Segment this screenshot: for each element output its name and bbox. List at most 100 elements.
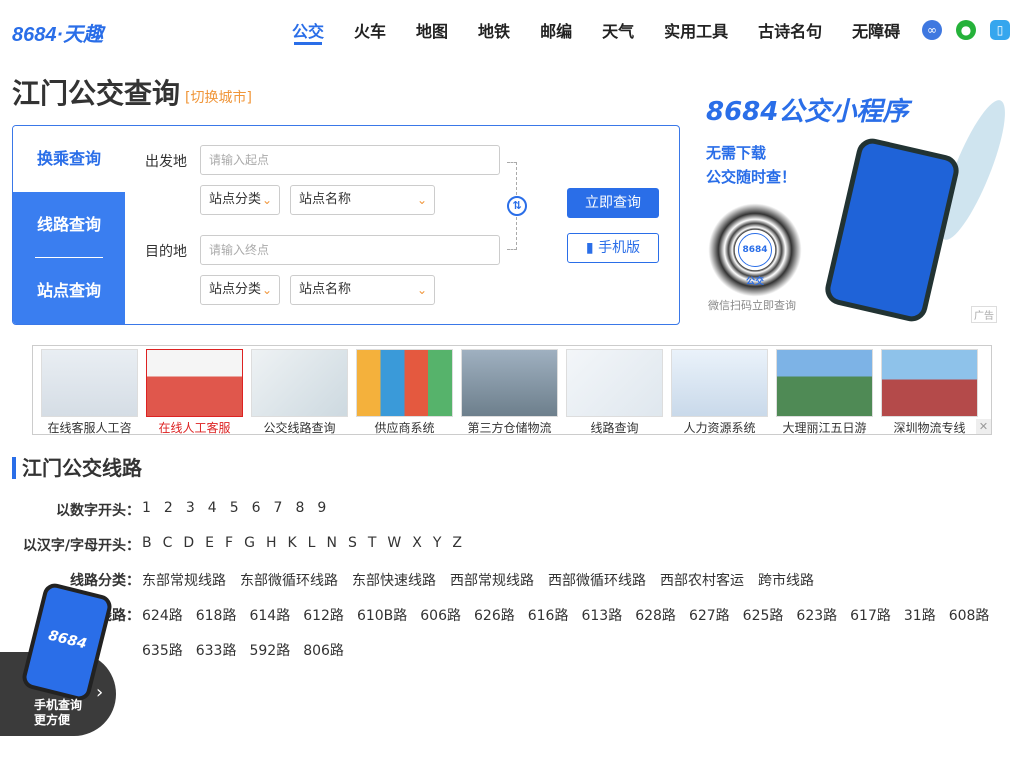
line-link[interactable]: 7	[274, 500, 283, 516]
from-category-select[interactable]: 站点分类 ⌄	[200, 185, 280, 215]
from-label: 出发地	[145, 154, 187, 170]
site-logo[interactable]: 8684·天趣	[12, 18, 103, 47]
line-link[interactable]: 1	[142, 500, 151, 516]
line-link[interactable]: 627路	[689, 608, 730, 624]
from-input[interactable]: 请输入起点	[200, 145, 500, 175]
banner-image	[881, 349, 978, 417]
line-link[interactable]: 西部农村客运	[660, 573, 744, 589]
mobile-promo-float[interactable]: 8684 手机查询 更方便 ›	[0, 581, 120, 738]
from-station-select[interactable]: 站点名称 ⌄	[290, 185, 435, 215]
line-link[interactable]: 606路	[420, 608, 461, 624]
nav-map[interactable]: 地图	[416, 18, 448, 46]
nav-tools[interactable]: 实用工具	[664, 18, 728, 46]
nav-subway[interactable]: 地铁	[478, 18, 510, 46]
swap-icon[interactable]: ⇅	[507, 196, 527, 216]
nav-train[interactable]: 火车	[354, 18, 386, 46]
nav-bus[interactable]: 公交	[292, 18, 324, 46]
banner-item[interactable]: 公交线路查询	[251, 349, 348, 435]
line-link[interactable]: Z	[452, 535, 462, 551]
banner-item[interactable]: 人力资源系统	[671, 349, 768, 435]
line-link[interactable]: 9	[317, 500, 326, 516]
banner-item[interactable]: 在线人工客服	[146, 349, 243, 435]
line-link[interactable]: S	[348, 535, 357, 551]
line-link[interactable]: N	[326, 535, 336, 551]
line-link[interactable]: 624路	[142, 608, 183, 624]
nav-accessibility[interactable]: 无障碍	[852, 18, 900, 46]
nav-postcode[interactable]: 邮编	[540, 18, 572, 46]
banner-caption: 深圳物流专线	[893, 421, 966, 435]
ad-line-1: 无需下载	[706, 144, 767, 162]
banner-item[interactable]: 第三方仓储物流	[461, 349, 558, 435]
line-link[interactable]: 31路	[904, 608, 936, 624]
line-link[interactable]: 东部快速线路	[352, 573, 436, 589]
line-link[interactable]: 592路	[249, 643, 290, 659]
line-link[interactable]: 623路	[796, 608, 837, 624]
tab-station[interactable]: 站点查询	[13, 258, 125, 324]
line-link[interactable]: 612路	[303, 608, 344, 624]
switch-city-link[interactable]: [切换城市]	[185, 87, 252, 107]
line-link[interactable]: 633路	[196, 643, 237, 659]
nav-weather[interactable]: 天气	[602, 18, 634, 46]
banner-item[interactable]: 深圳物流专线	[881, 349, 978, 435]
line-link[interactable]: 西部常规线路	[450, 573, 534, 589]
line-link[interactable]: 2	[164, 500, 173, 516]
line-link[interactable]: H	[266, 535, 277, 551]
line-link[interactable]: 610B路	[357, 608, 407, 624]
line-link[interactable]: 618路	[196, 608, 237, 624]
banner-item[interactable]: 大理丽江五日游	[776, 349, 873, 435]
mini-program-icon[interactable]: ∞	[922, 20, 942, 40]
line-link[interactable]: 5	[230, 500, 239, 516]
qr-code-icon: 8684公交	[708, 203, 802, 297]
line-link[interactable]: 东部常规线路	[142, 573, 226, 589]
line-link[interactable]: 4	[208, 500, 217, 516]
tab-line[interactable]: 线路查询	[13, 192, 125, 258]
line-link[interactable]: X	[412, 535, 422, 551]
to-station-select[interactable]: 站点名称 ⌄	[290, 275, 435, 305]
wechat-icon[interactable]: ●	[956, 20, 976, 40]
mini-program-ad[interactable]: 8684公交小程序 无需下载 公交随时查！ 8684公交 微信扫码立即查询 广告	[700, 85, 1017, 325]
banner-item[interactable]: 在线客服人工咨	[41, 349, 138, 435]
line-link[interactable]: L	[308, 535, 316, 551]
banner-image	[146, 349, 243, 417]
banner-item[interactable]: 供应商系统	[356, 349, 453, 435]
line-link[interactable]: 3	[186, 500, 195, 516]
line-link[interactable]: 西部微循环线路	[548, 573, 646, 589]
row-letter: BCDEFGHKLNSTWXYZ	[142, 535, 473, 551]
line-link[interactable]: 626路	[474, 608, 515, 624]
to-input[interactable]: 请输入终点	[200, 235, 500, 265]
banner-image	[671, 349, 768, 417]
mobile-icon[interactable]: ▯	[990, 20, 1010, 40]
line-link[interactable]: 跨市线路	[758, 573, 814, 589]
line-link[interactable]: 806路	[303, 643, 344, 659]
line-link[interactable]: 6	[252, 500, 261, 516]
line-link[interactable]: 635路	[142, 643, 183, 659]
line-link[interactable]: F	[225, 535, 233, 551]
line-link[interactable]: Y	[433, 535, 442, 551]
line-link[interactable]: 东部微循环线路	[240, 573, 338, 589]
line-link[interactable]: E	[205, 535, 214, 551]
line-link[interactable]: K	[287, 535, 296, 551]
line-link[interactable]: W	[387, 535, 401, 551]
line-link[interactable]: B	[142, 535, 152, 551]
line-link[interactable]: 613路	[581, 608, 622, 624]
close-icon[interactable]: ✕	[976, 419, 991, 434]
tab-transfer[interactable]: 换乘查询	[13, 126, 125, 192]
mobile-version-button[interactable]: ▮ 手机版	[567, 233, 659, 263]
line-link[interactable]: 614路	[249, 608, 290, 624]
line-link[interactable]: 628路	[635, 608, 676, 624]
line-link[interactable]: 8	[295, 500, 304, 516]
line-link[interactable]: 608路	[949, 608, 990, 624]
line-link[interactable]: C	[163, 535, 173, 551]
submit-query-button[interactable]: 立即查询	[567, 188, 659, 218]
to-category-select[interactable]: 站点分类 ⌄	[200, 275, 280, 305]
nav-poems[interactable]: 古诗名句	[758, 18, 822, 46]
line-link[interactable]: 616路	[528, 608, 569, 624]
line-link[interactable]: 617路	[850, 608, 891, 624]
line-link[interactable]: G	[244, 535, 255, 551]
line-link[interactable]: 625路	[743, 608, 784, 624]
banner-item[interactable]: 线路查询	[566, 349, 663, 435]
line-link[interactable]: D	[183, 535, 194, 551]
line-link[interactable]: T	[368, 535, 377, 551]
query-panel: 换乘查询 线路查询 站点查询 出发地 请输入起点 站点分类 ⌄ 站点名称 ⌄ 目…	[12, 125, 680, 325]
to-station-value: 站点名称	[299, 282, 352, 297]
